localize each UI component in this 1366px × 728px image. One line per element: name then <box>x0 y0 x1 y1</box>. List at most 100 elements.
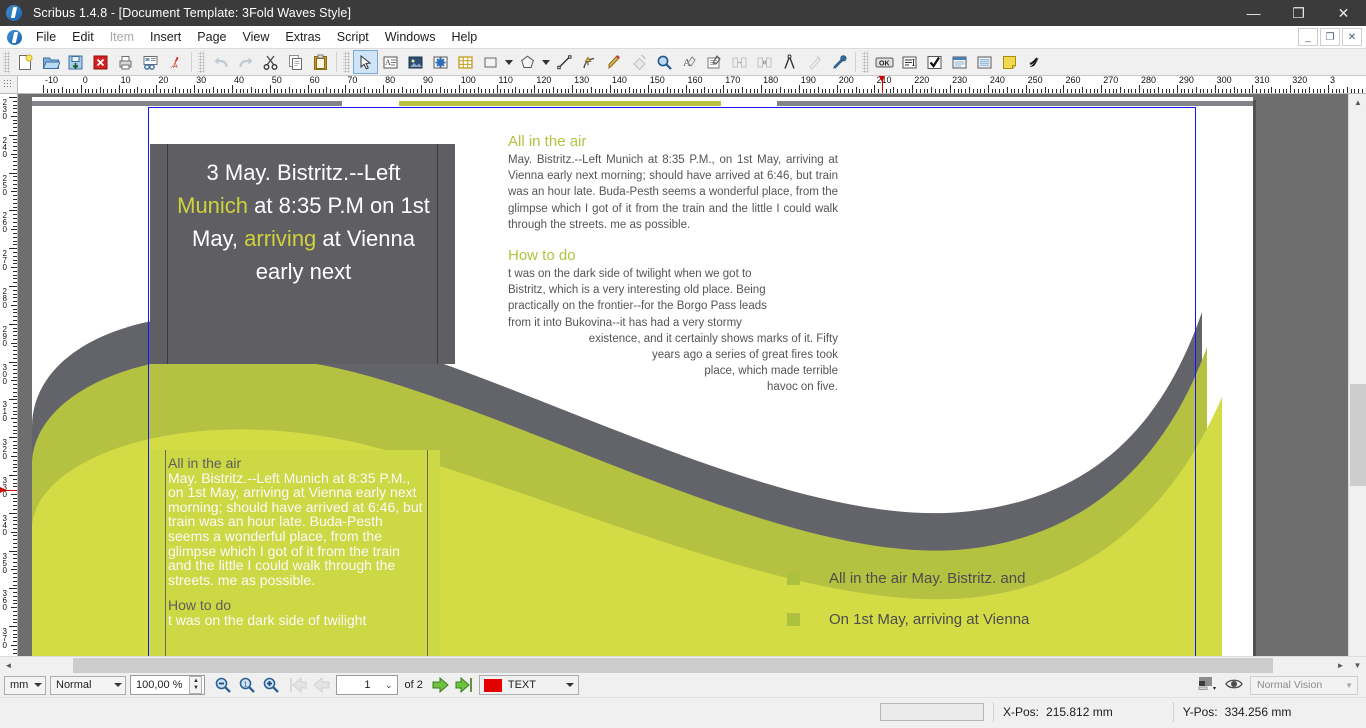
ruler-corner[interactable] <box>0 76 18 94</box>
menu-script[interactable]: Script <box>329 28 377 46</box>
zoom-in-button[interactable] <box>259 674 283 696</box>
first-page-button[interactable] <box>287 674 310 696</box>
save-document-icon[interactable] <box>63 50 88 74</box>
zoom-tool-icon[interactable] <box>652 50 677 74</box>
insert-image-frame-icon[interactable] <box>403 50 428 74</box>
pdf-list-box-icon[interactable] <box>972 50 997 74</box>
zoom-stepper[interactable]: ▲ ▼ <box>189 676 203 694</box>
insert-bezier-curve-icon[interactable] <box>577 50 602 74</box>
document-close-button[interactable]: ✕ <box>1342 28 1362 46</box>
zoom-level-field[interactable]: 100,00 % ▲ ▼ <box>130 675 206 695</box>
insert-shape-icon[interactable] <box>478 50 503 74</box>
insert-freehand-line-icon[interactable] <box>602 50 627 74</box>
quality-selector[interactable]: Normal <box>50 675 126 695</box>
toolbar-grip-file[interactable] <box>3 51 10 73</box>
toolbar-grip-tools[interactable] <box>343 51 350 73</box>
scroll-left-button[interactable]: ◄ <box>0 657 17 674</box>
vertical-scrollbar[interactable]: ▲ <box>1348 94 1366 656</box>
scroll-right-button[interactable]: ► <box>1332 657 1349 674</box>
insert-line-icon[interactable] <box>552 50 577 74</box>
pdf-combo-box-icon[interactable] <box>947 50 972 74</box>
toolbar-grip-pdf[interactable] <box>862 51 869 73</box>
new-document-icon[interactable] <box>13 50 38 74</box>
current-page-field[interactable]: 1 ⌄ <box>336 675 399 695</box>
window-minimize-button[interactable]: — <box>1231 0 1276 26</box>
document-page[interactable]: 3 May. Bistritz.--Left Munich at 8:35 P.… <box>32 97 1253 656</box>
next-page-button[interactable] <box>429 674 452 696</box>
pdf-annotation-icon[interactable] <box>997 50 1022 74</box>
toolbar-grip-edit[interactable] <box>198 51 205 73</box>
horizontal-scrollbar[interactable] <box>17 657 1332 673</box>
vertical-ruler[interactable]: 2302402502602702802903003103203303403503… <box>0 94 18 656</box>
measurements-icon[interactable] <box>777 50 802 74</box>
right-column-heading-2: How to do <box>508 247 576 265</box>
redo-icon[interactable] <box>233 50 258 74</box>
insert-text-frame-icon[interactable]: A <box>378 50 403 74</box>
menu-file[interactable]: File <box>28 28 64 46</box>
insert-polygon-icon[interactable] <box>515 50 540 74</box>
preflight-verifier-icon[interactable] <box>138 50 163 74</box>
horizontal-scroll-thumb[interactable] <box>73 658 1273 673</box>
unlink-text-frames-icon[interactable] <box>752 50 777 74</box>
ruler-label: 150 <box>649 76 665 85</box>
ruler-label: 300 <box>1216 76 1232 85</box>
layer-selector[interactable]: TEXT <box>478 675 579 695</box>
pdf-text-field-icon[interactable] <box>897 50 922 74</box>
green-text-frame[interactable]: All in the air May. Bistritz.--Left Muni… <box>150 450 440 656</box>
ruler-label: 250 <box>1027 76 1043 85</box>
menu-view[interactable]: View <box>234 28 277 46</box>
zoom-out-button[interactable] <box>211 674 235 696</box>
menu-insert[interactable]: Insert <box>142 28 189 46</box>
menu-extras[interactable]: Extras <box>277 28 328 46</box>
right-column-text-frame[interactable]: All in the air May. Bistritz.--Left Muni… <box>508 133 838 410</box>
bullet-list-frame[interactable]: All in the air May. Bistritz. and On 1st… <box>787 570 1117 652</box>
copy-icon[interactable] <box>283 50 308 74</box>
edit-text-with-story-editor-icon[interactable] <box>702 50 727 74</box>
zoom-100-button[interactable]: 1 <box>235 674 259 696</box>
menu-windows[interactable]: Windows <box>377 28 444 46</box>
copy-item-properties-icon[interactable] <box>802 50 827 74</box>
cut-icon[interactable] <box>258 50 283 74</box>
pdf-link-annotation-icon[interactable] <box>1022 50 1047 74</box>
scroll-up-button[interactable]: ▲ <box>1349 94 1366 111</box>
unit-selector[interactable]: mm <box>4 675 46 695</box>
undo-icon[interactable] <box>208 50 233 74</box>
insert-polygon-dropdown-icon[interactable] <box>540 50 552 74</box>
insert-table-icon[interactable] <box>453 50 478 74</box>
preview-mode-selector[interactable]: Normal Vision ▼ <box>1250 675 1358 695</box>
menu-page[interactable]: Page <box>189 28 234 46</box>
edit-contents-of-frame-icon[interactable]: A <box>677 50 702 74</box>
open-document-icon[interactable] <box>38 50 63 74</box>
menu-item[interactable]: Item <box>102 28 142 46</box>
preview-mode-icon[interactable] <box>1198 676 1218 695</box>
pdf-check-box-icon[interactable] <box>922 50 947 74</box>
scroll-down-button[interactable]: ▼ <box>1349 657 1366 674</box>
horizontal-ruler[interactable]: -10 0 10 20 30 40 50 60 70 80 90 100 110 120 130 140 150… <box>18 76 1366 94</box>
print-document-icon[interactable] <box>113 50 138 74</box>
vertical-scroll-thumb[interactable] <box>1350 384 1366 486</box>
list-item: On 1st May, arriving at Vienna <box>787 611 1117 628</box>
heading-text-frame[interactable]: 3 May. Bistritz.--Left Munich at 8:35 P.… <box>150 144 455 364</box>
save-as-pdf-icon[interactable]: A <box>163 50 188 74</box>
last-page-button[interactable] <box>452 674 475 696</box>
link-text-frames-icon[interactable] <box>727 50 752 74</box>
rotate-item-icon[interactable] <box>627 50 652 74</box>
eye-dropper-icon[interactable] <box>827 50 852 74</box>
menu-edit[interactable]: Edit <box>64 28 102 46</box>
bullet-text: All in the air May. Bistritz. and <box>829 570 1026 587</box>
document-minimize-button[interactable]: _ <box>1298 28 1318 46</box>
visual-appearance-icon[interactable] <box>1224 676 1244 695</box>
close-document-icon[interactable] <box>88 50 113 74</box>
window-maximize-button[interactable]: ❐ <box>1276 0 1321 26</box>
insert-render-frame-icon[interactable] <box>428 50 453 74</box>
document-canvas[interactable]: 3 May. Bistritz.--Left Munich at 8:35 P.… <box>18 94 1348 656</box>
ruler-label: 280 <box>2 286 7 310</box>
document-restore-button[interactable]: ❐ <box>1320 28 1340 46</box>
paste-icon[interactable] <box>308 50 333 74</box>
select-item-icon[interactable] <box>353 50 378 74</box>
window-close-button[interactable]: ✕ <box>1321 0 1366 26</box>
insert-shape-dropdown-icon[interactable] <box>503 50 515 74</box>
previous-page-button[interactable] <box>310 674 333 696</box>
menu-help[interactable]: Help <box>443 28 485 46</box>
pdf-push-button-icon[interactable]: OK <box>872 50 897 74</box>
